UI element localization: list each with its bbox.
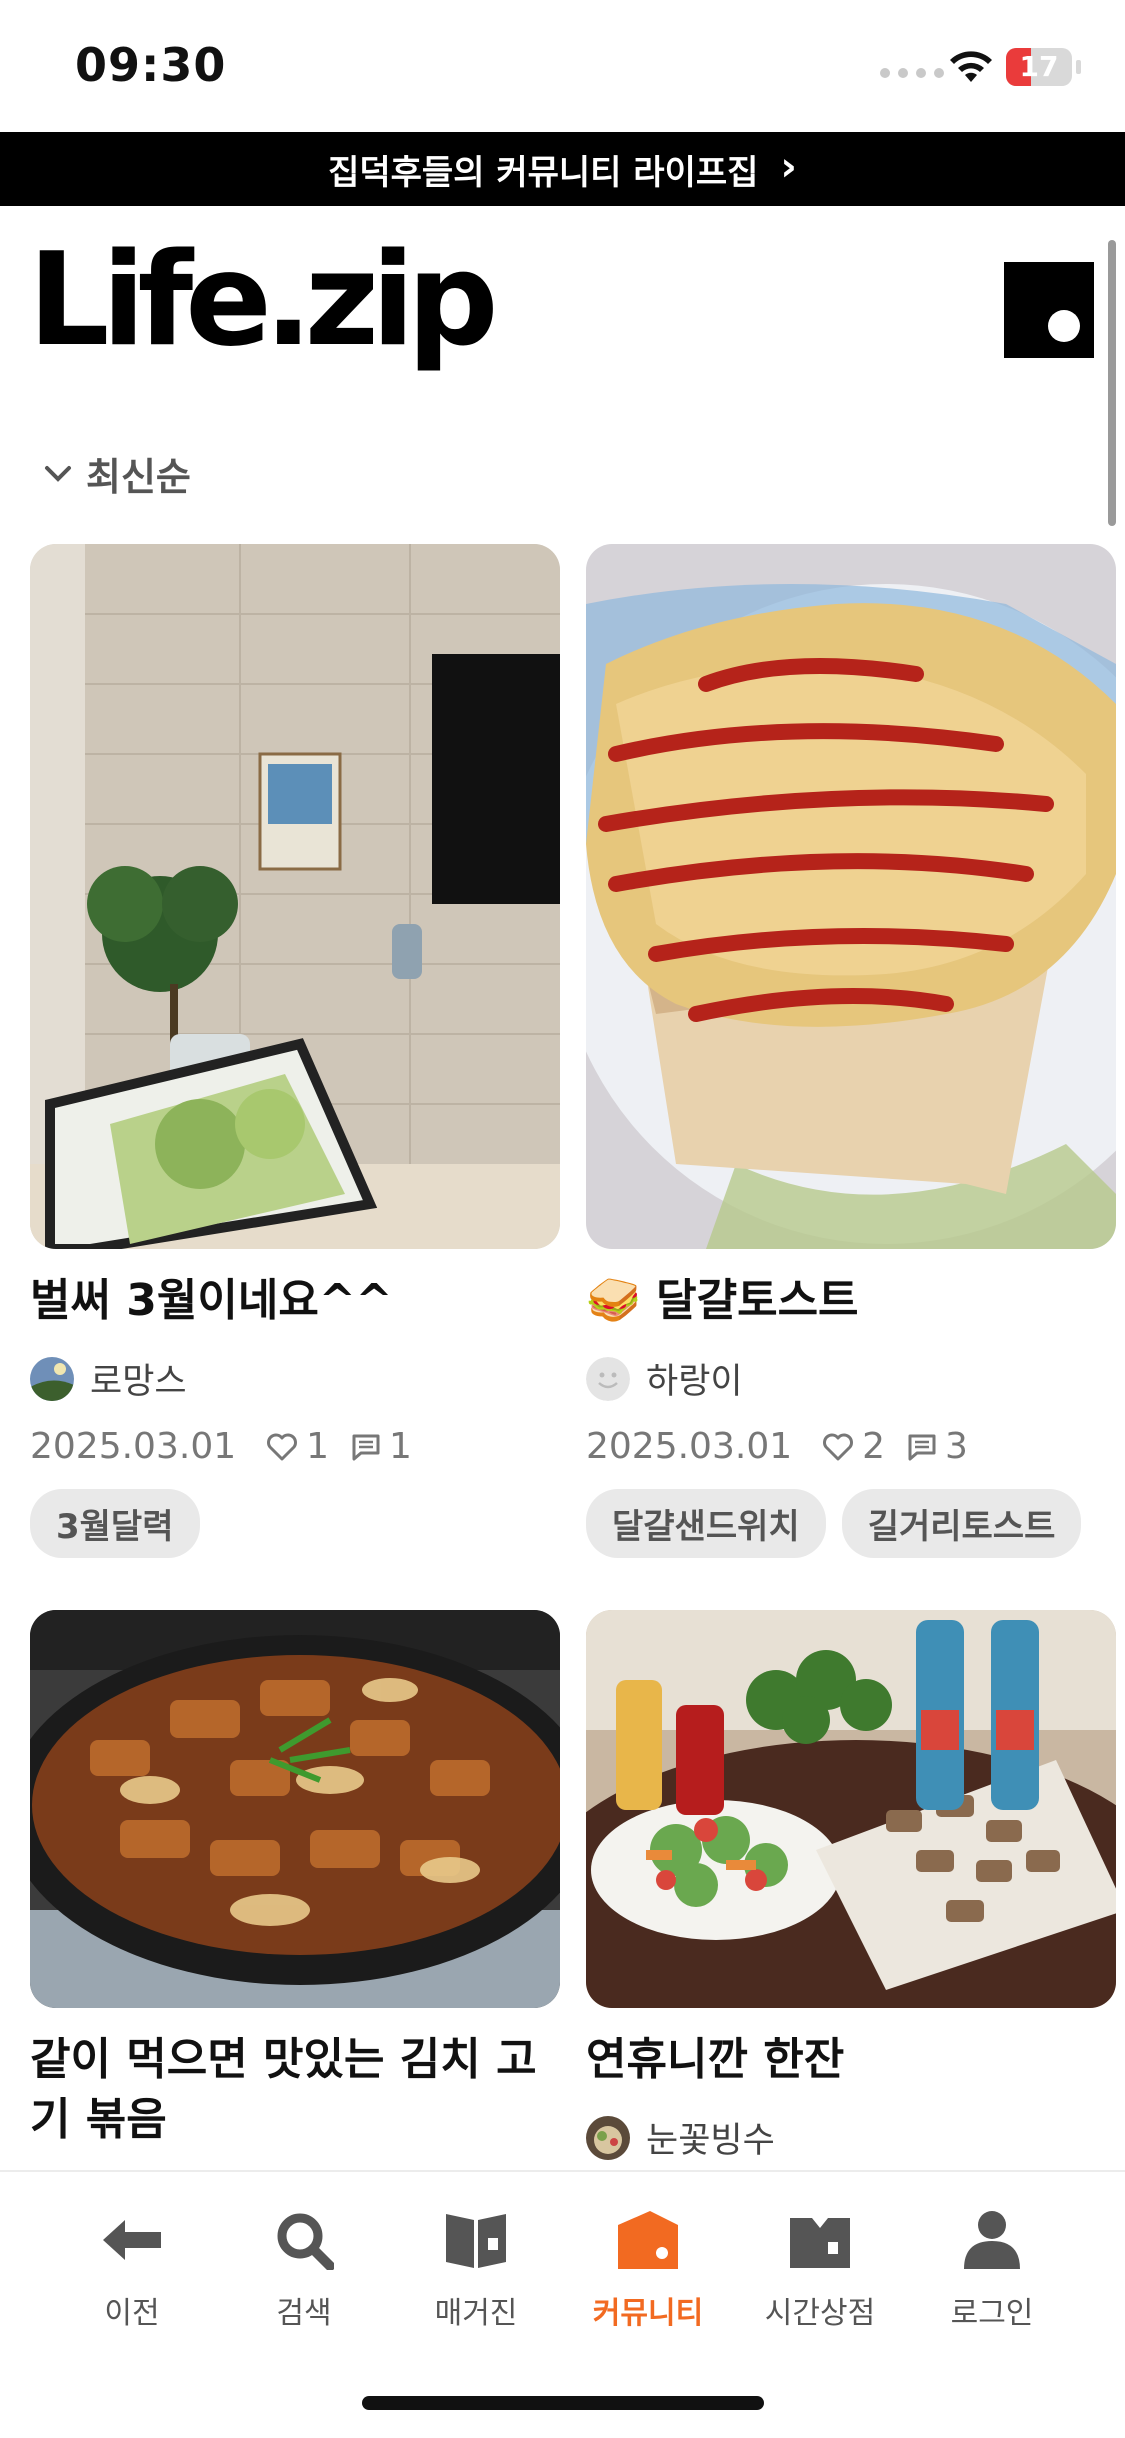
logo-text: Life.zip	[28, 236, 493, 375]
menu-icon[interactable]	[1004, 262, 1094, 358]
comment-count[interactable]: 1	[351, 1426, 412, 1467]
nav-back[interactable]: 이전	[52, 2200, 212, 2332]
post-card[interactable]: 🥪 달걀토스트 하랑이 2025.03.01 2 3 달걀샌드위치 길거리토스트	[586, 544, 1116, 1558]
post-card[interactable]: 같이 먹으면 맛있는 김치 고기 볶음	[30, 1610, 560, 2150]
post-card[interactable]: 연휴니깐 한잔 눈꽃빙수	[586, 1610, 1116, 2163]
nav-community[interactable]: 커뮤니티	[568, 2200, 728, 2332]
post-card[interactable]: 벌써 3월이네요^^ 로망스 2025.03.01 1 1 3월달력	[30, 544, 560, 1558]
tag-chip[interactable]: 길거리토스트	[841, 1489, 1082, 1558]
person-icon	[964, 2211, 1020, 2269]
post-title[interactable]: 🥪 달걀토스트	[586, 1271, 1116, 1331]
author-name: 눈꽃빙수	[646, 2121, 775, 2161]
author-name: 로망스	[90, 1362, 187, 1402]
post-meta: 2025.03.01 1 1	[30, 1426, 560, 1467]
post-author[interactable]: 하랑이	[586, 1353, 1116, 1404]
post-tags: 3월달력	[30, 1489, 560, 1558]
heart-icon	[267, 1433, 298, 1460]
community-icon	[618, 2211, 678, 2269]
battery-level: 17	[1019, 50, 1059, 83]
nav-label: 로그인	[950, 2296, 1034, 2331]
banner-text: 집덕후들의 커뮤니티 라이프집	[328, 152, 759, 193]
wifi-icon	[950, 51, 992, 82]
heart-icon	[823, 1433, 854, 1460]
post-tags: 달걀샌드위치 길거리토스트	[586, 1489, 1116, 1558]
sort-label: 최신순	[86, 455, 191, 499]
post-title[interactable]: 같이 먹으면 맛있는 김치 고기 볶음	[30, 2030, 550, 2150]
home-indicator[interactable]	[362, 2396, 764, 2410]
nav-label: 시간상점	[764, 2296, 876, 2331]
post-date: 2025.03.01	[30, 1426, 237, 1467]
nav-label: 이전	[104, 2296, 160, 2331]
chevron-down-icon	[45, 465, 71, 482]
app-logo[interactable]: Life.zip	[28, 236, 528, 382]
post-thumbnail[interactable]	[30, 1610, 560, 2008]
community-banner[interactable]: 집덕후들의 커뮤니티 라이프집 ›	[0, 132, 1125, 206]
nav-label: 매거진	[434, 2296, 518, 2331]
nav-login[interactable]: 로그인	[912, 2200, 1072, 2332]
comment-icon	[908, 1434, 936, 1460]
tag-chip[interactable]: 3월달력	[30, 1489, 200, 1558]
avatar	[586, 2115, 630, 2160]
nav-magazine[interactable]: 매거진	[396, 2200, 556, 2332]
like-count[interactable]: 1	[266, 1426, 329, 1467]
nav-shop[interactable]: 시간상점	[740, 2200, 900, 2332]
avatar	[30, 1356, 74, 1401]
post-thumbnail[interactable]	[586, 1610, 1116, 2008]
like-count[interactable]: 2	[822, 1426, 885, 1467]
author-name: 하랑이	[646, 1362, 743, 1402]
status-bar: 09:30 17	[0, 0, 1125, 132]
avatar	[586, 1356, 630, 1401]
tag-chip[interactable]: 달걀샌드위치	[586, 1489, 826, 1558]
post-title[interactable]: 연휴니깐 한잔	[586, 2030, 1116, 2090]
shop-icon	[790, 2218, 850, 2268]
arrow-left-icon	[103, 2220, 161, 2260]
post-thumbnail[interactable]	[30, 544, 560, 1249]
status-time: 09:30	[75, 38, 227, 92]
post-thumbnail[interactable]	[586, 544, 1116, 1249]
post-author[interactable]: 로망스	[30, 1353, 560, 1404]
scrollbar[interactable]	[1108, 240, 1116, 526]
nav-search[interactable]: 검색	[224, 2200, 384, 2332]
comment-icon	[352, 1434, 380, 1460]
sandwich-icon: 🥪	[586, 1275, 641, 1326]
post-meta: 2025.03.01 2 3	[586, 1426, 1116, 1467]
sort-dropdown[interactable]: 최신순	[44, 446, 191, 501]
post-title[interactable]: 벌써 3월이네요^^	[30, 1271, 560, 1331]
chevron-right-icon: ›	[780, 144, 797, 190]
comment-count[interactable]: 3	[907, 1426, 968, 1467]
post-author[interactable]: 눈꽃빙수	[586, 2112, 1116, 2163]
battery-icon: 17	[1006, 48, 1072, 86]
signal-icon	[880, 68, 944, 78]
nav-label: 커뮤니티	[592, 2296, 704, 2331]
post-date: 2025.03.01	[586, 1426, 793, 1467]
nav-label: 검색	[276, 2296, 332, 2331]
search-icon	[277, 2213, 334, 2270]
magazine-icon	[446, 2214, 506, 2268]
